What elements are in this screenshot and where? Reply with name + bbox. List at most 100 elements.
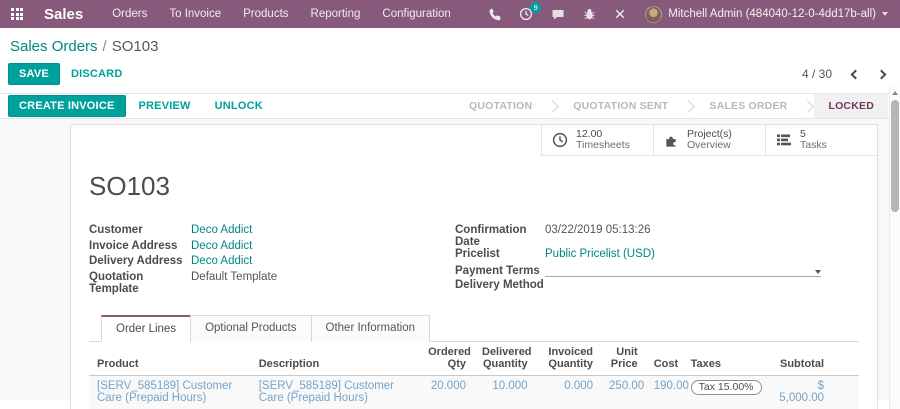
status-sales-order[interactable]: SALES ORDER (695, 94, 801, 118)
preview-button[interactable]: PREVIEW (128, 95, 202, 117)
status-locked[interactable]: LOCKED (814, 94, 888, 118)
project-overview-stat-button[interactable]: Project(s) Overview (653, 125, 765, 156)
col-ordered-qty: Ordered Qty (420, 341, 474, 376)
chevron-separator-icon (801, 99, 815, 113)
cell-product[interactable]: [SERV_585189] Customer Care (Prepaid Hou… (89, 375, 251, 409)
phone-icon[interactable] (479, 0, 510, 28)
menu-reporting[interactable]: Reporting (300, 0, 372, 28)
tasks-stat-button[interactable]: 5 Tasks (765, 125, 877, 156)
chevron-separator-icon (546, 99, 560, 113)
unlock-button[interactable]: UNLOCK (204, 95, 274, 117)
order-lines-table: Product Description Ordered Qty Delivere… (89, 341, 859, 409)
quotation-template-label: Quotation Template (89, 270, 144, 295)
app-name[interactable]: Sales (34, 6, 101, 23)
col-subtotal: Subtotal (764, 341, 832, 376)
cell-ordered[interactable]: 20.000 (420, 375, 474, 409)
chevron-down-icon (815, 269, 821, 274)
top-navbar: Sales Orders To Invoice Products Reporti… (0, 0, 900, 28)
customer-label: Customer (89, 224, 143, 236)
col-delivered-qty: Delivered Quantity (474, 341, 536, 376)
pager-previous-icon[interactable] (844, 64, 866, 84)
apps-menu-icon[interactable] (0, 0, 34, 28)
pricelist-field[interactable]: Public Pricelist (USD) (545, 248, 655, 260)
timesheets-stat-button[interactable]: 12.00 Timesheets (541, 125, 653, 156)
confirmation-date-label: Confirmation Date (455, 224, 527, 248)
delivery-address-label: Delivery Address (89, 255, 183, 267)
col-description: Description (250, 341, 421, 376)
pager: 4 / 30 (802, 64, 892, 84)
project-overview-label: Overview (687, 139, 731, 151)
pager-next-icon[interactable] (870, 64, 892, 84)
chevron-down-icon (882, 12, 888, 16)
payment-terms-label: Payment Terms (455, 264, 540, 277)
chat-icon[interactable] (542, 0, 574, 28)
statusbar: QUOTATION QUOTATION SENT SALES ORDER LOC… (455, 94, 888, 118)
cell-description[interactable]: [SERV_585189] Customer Care (Prepaid Hou… (250, 375, 421, 409)
customer-field[interactable]: Deco Addict (191, 224, 252, 236)
cell-delivered[interactable]: 10.000 (474, 375, 536, 409)
control-panel: Sales Orders / SO103 SAVE DISCARD 4 / 30 (0, 28, 900, 93)
tasks-icon (777, 134, 791, 146)
scrollbar-thumb[interactable] (891, 100, 899, 212)
cell-unit-price[interactable]: 250.00 (601, 375, 646, 409)
confirmation-date-field: 03/22/2019 05:13:26 (545, 224, 651, 236)
col-cost: Cost (645, 341, 683, 376)
breadcrumb-parent[interactable]: Sales Orders (10, 38, 98, 55)
invoice-address-field[interactable]: Deco Addict (191, 240, 252, 252)
tax-badge: Tax 15.00% (690, 379, 762, 395)
save-button[interactable]: SAVE (8, 63, 60, 85)
user-name: Mitchell Admin (484040-12-0-4dd17b-all) (668, 8, 876, 20)
cell-taxes[interactable]: Tax 15.00% (682, 375, 765, 409)
bug-icon[interactable] (574, 0, 605, 28)
field-groups: Customer Deco Addict Invoice Address Dec… (89, 224, 859, 295)
vertical-scrollbar[interactable] (889, 87, 900, 409)
pricelist-label: Pricelist (455, 248, 500, 260)
discard-button[interactable]: DISCARD (60, 63, 134, 85)
invoice-address-label: Invoice Address (89, 239, 178, 252)
activity-clock-icon[interactable]: 9 (510, 0, 542, 28)
notebook-tabs: Order Lines Optional Products Other Info… (89, 314, 859, 342)
quotation-template-field: Default Template (191, 270, 278, 283)
menu-to-invoice[interactable]: To Invoice (158, 0, 232, 28)
col-invoiced-qty: Invoiced Quantity (535, 341, 602, 376)
pager-value[interactable]: 4 / 30 (802, 67, 832, 81)
scroll-up-icon[interactable] (892, 91, 898, 95)
content-area: 12.00 Timesheets Project(s) Overview 5 T… (0, 119, 900, 409)
tasks-label: Tasks (800, 139, 827, 151)
tab-optional-products[interactable]: Optional Products (190, 314, 312, 342)
col-product: Product (89, 341, 251, 376)
tab-other-information[interactable]: Other Information (310, 314, 430, 342)
table-row[interactable]: [SERV_585189] Customer Care (Prepaid Hou… (89, 375, 859, 409)
close-tools-icon[interactable] (605, 0, 635, 28)
payment-terms-field[interactable] (545, 264, 821, 277)
breadcrumb-separator: / (102, 38, 107, 55)
action-statusbar-row: CREATE INVOICE PREVIEW UNLOCK QUOTATION … (0, 93, 900, 119)
avatar (645, 5, 663, 23)
stat-button-box: 12.00 Timesheets Project(s) Overview 5 T… (71, 125, 877, 156)
breadcrumb: Sales Orders / SO103 (8, 36, 892, 63)
chevron-separator-icon (682, 99, 696, 113)
delivery-address-field[interactable]: Deco Addict (191, 255, 252, 267)
menu-configuration[interactable]: Configuration (371, 0, 461, 28)
menu-products[interactable]: Products (232, 0, 299, 28)
breadcrumb-current: SO103 (111, 38, 159, 55)
tab-order-lines[interactable]: Order Lines (101, 314, 192, 342)
form-sheet: 12.00 Timesheets Project(s) Overview 5 T… (70, 124, 878, 409)
puzzle-icon (666, 136, 676, 147)
table-header-row: Product Description Ordered Qty Delivere… (89, 341, 859, 376)
cell-invoiced[interactable]: 0.000 (535, 375, 602, 409)
clock-icon (552, 132, 568, 148)
cell-cost[interactable]: 190.00 (645, 375, 689, 409)
page-title: SO103 (89, 171, 170, 201)
col-unit-price: Unit Price (601, 341, 646, 376)
user-menu[interactable]: Mitchell Admin (484040-12-0-4dd17b-all) (635, 5, 900, 23)
cell-subtotal[interactable]: $ 5,000.00 (764, 375, 832, 409)
timesheets-label: Timesheets (576, 139, 630, 151)
status-quotation[interactable]: QUOTATION (455, 94, 546, 118)
main-menu: Orders To Invoice Products Reporting Con… (101, 0, 462, 28)
create-invoice-button[interactable]: CREATE INVOICE (8, 95, 126, 117)
col-taxes: Taxes (682, 341, 765, 376)
activity-badge: 9 (530, 2, 542, 13)
status-quotation-sent[interactable]: QUOTATION SENT (559, 94, 682, 118)
menu-orders[interactable]: Orders (101, 0, 158, 28)
